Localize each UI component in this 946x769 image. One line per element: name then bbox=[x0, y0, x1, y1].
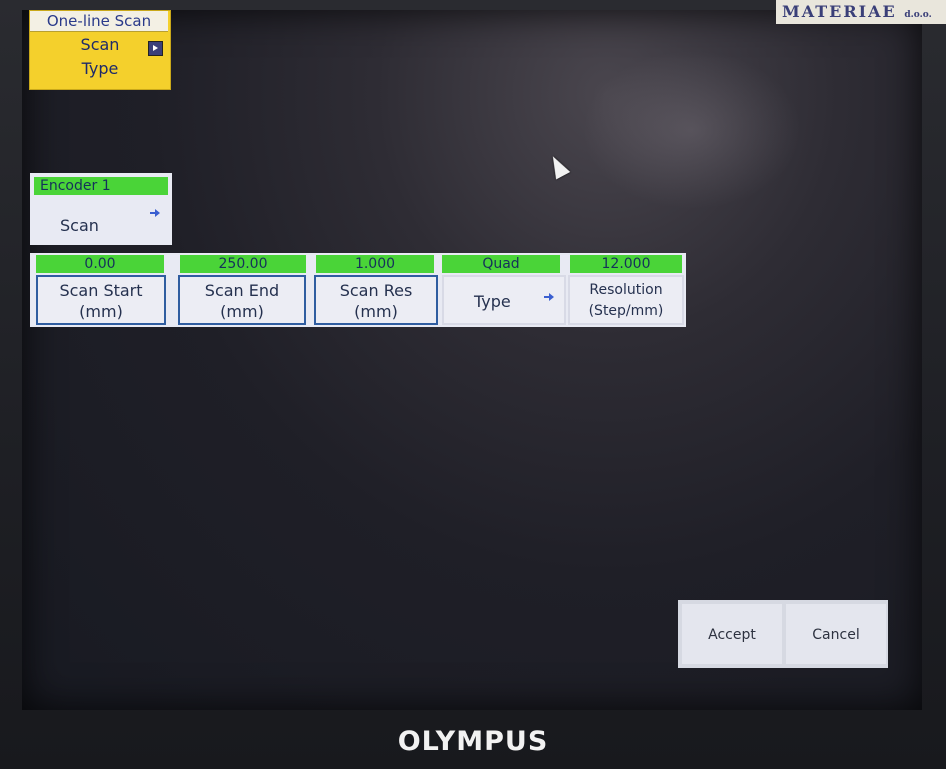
scan-type-label-line2: Type bbox=[81, 59, 119, 78]
materiae-sticker: MATERIAE d.o.o. bbox=[776, 0, 946, 24]
action-panel: Accept Cancel bbox=[678, 600, 888, 668]
resolution-label: Resolution bbox=[589, 282, 663, 298]
mouse-cursor-icon bbox=[545, 152, 571, 180]
sticker-text: MATERIAE bbox=[782, 2, 897, 21]
encoder-type-label: Type bbox=[474, 292, 511, 311]
scan-start-value: 0.00 bbox=[36, 255, 164, 273]
scan-start-button[interactable]: Scan Start (mm) bbox=[36, 275, 166, 325]
scan-res-button[interactable]: Scan Res (mm) bbox=[314, 275, 438, 325]
submenu-arrow-icon bbox=[544, 293, 554, 301]
scan-mode-value: One-line Scan bbox=[30, 11, 168, 32]
olympus-logo: OLYMPUS bbox=[397, 726, 549, 757]
parameter-row: 0.00 Scan Start (mm) 250.00 Scan End (mm… bbox=[30, 253, 686, 327]
scan-end-label: Scan End bbox=[204, 281, 280, 300]
resolution-value: 12.000 bbox=[570, 255, 682, 273]
encoder-type-value: Quad bbox=[442, 255, 560, 273]
scan-res-label: Scan Res bbox=[339, 281, 413, 300]
scan-start-unit: (mm) bbox=[79, 302, 123, 321]
screen: One-line Scan Scan Type Encoder 1 Scan 0… bbox=[22, 10, 922, 710]
scan-start-label: Scan Start bbox=[59, 281, 143, 300]
encoder-label: Scan bbox=[60, 216, 99, 235]
encoder-scan-button[interactable]: Encoder 1 Scan bbox=[30, 173, 172, 245]
encoder-value: Encoder 1 bbox=[34, 177, 168, 195]
cancel-button[interactable]: Cancel bbox=[786, 604, 886, 664]
scan-res-unit: (mm) bbox=[354, 302, 398, 321]
encoder-type-button[interactable]: Type bbox=[442, 275, 566, 325]
resolution-unit: (Step/mm) bbox=[588, 303, 664, 319]
accept-button[interactable]: Accept bbox=[682, 604, 782, 664]
submenu-arrow-icon bbox=[150, 209, 160, 217]
scan-end-button[interactable]: Scan End (mm) bbox=[178, 275, 306, 325]
encoder-label-box: Scan bbox=[30, 197, 172, 245]
scan-type-button[interactable]: One-line Scan Scan Type bbox=[29, 10, 171, 90]
scan-end-value: 250.00 bbox=[180, 255, 306, 273]
submenu-arrow-icon bbox=[148, 41, 163, 56]
sticker-suffix: d.o.o. bbox=[904, 10, 932, 20]
scan-end-unit: (mm) bbox=[220, 302, 264, 321]
resolution-button[interactable]: Resolution (Step/mm) bbox=[568, 275, 684, 325]
screen-glare bbox=[582, 50, 802, 210]
device-bezel: One-line Scan Scan Type Encoder 1 Scan 0… bbox=[0, 0, 946, 769]
scan-res-value: 1.000 bbox=[316, 255, 434, 273]
